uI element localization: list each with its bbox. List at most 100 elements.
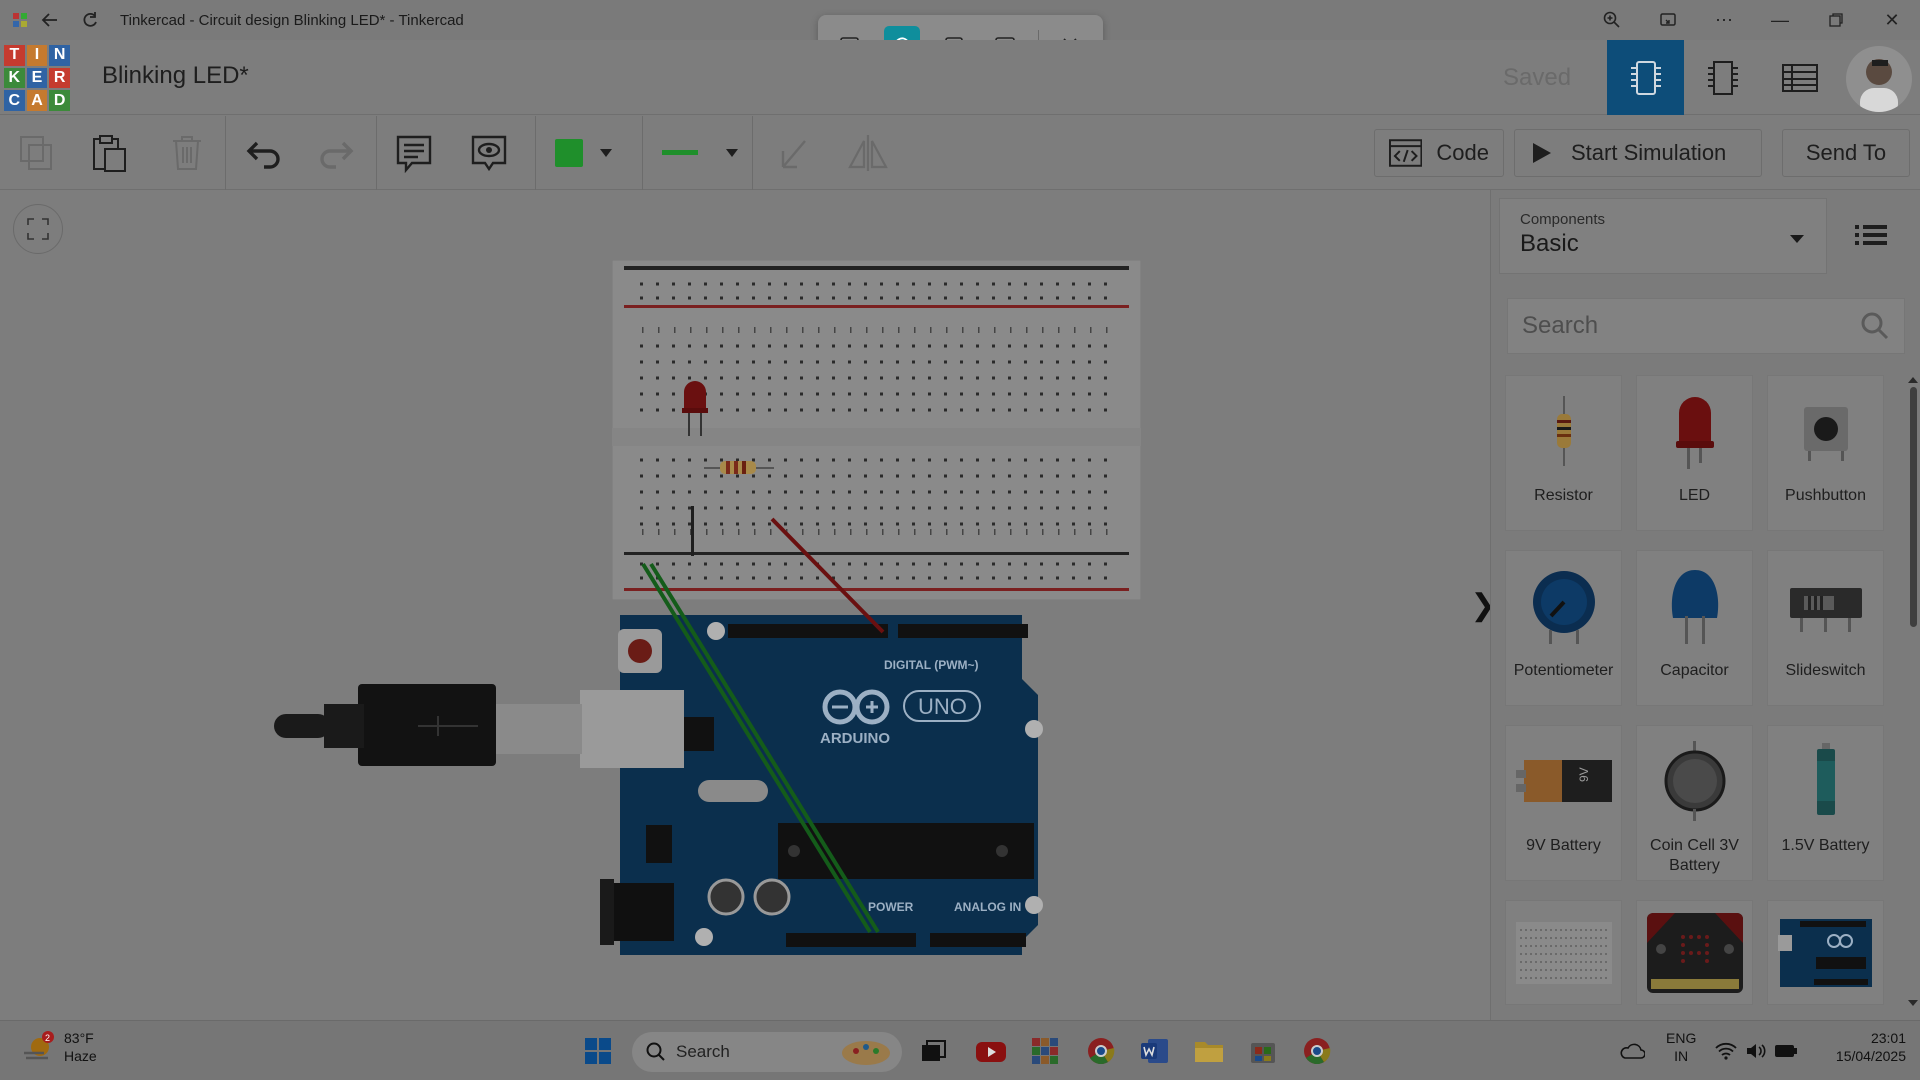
microsoft-store-icon[interactable] [1245,1033,1281,1069]
dropdown-caret-icon [1790,235,1804,243]
task-view-icon[interactable] [915,1033,951,1069]
component-card-9v-battery[interactable]: 9V 9V Battery [1505,725,1622,881]
copy-icon[interactable] [14,130,60,176]
schematic-view-button[interactable] [1684,40,1761,115]
logo-letter: D [49,90,70,111]
taskbar-search-input[interactable]: Search [632,1032,902,1072]
app-icon [10,10,30,30]
arduino-icon [1768,901,1883,1004]
battery-icon[interactable] [1768,1033,1804,1069]
weather-haze-icon: 2 [24,1031,54,1060]
slideswitch-icon [1768,551,1883,661]
component-card-label: Potentiometer [1513,662,1614,679]
component-color-swatch[interactable] [546,130,592,176]
minimize-button[interactable]: — [1752,0,1808,40]
component-search-input[interactable]: Search [1507,298,1905,354]
onedrive-icon[interactable] [1614,1033,1650,1069]
windows-start-icon[interactable] [580,1033,616,1069]
wire-dropdown-icon[interactable] [720,130,744,176]
chrome-icon[interactable] [1083,1033,1119,1069]
wire-green-1 [641,562,872,934]
logo-letter: T [4,45,25,66]
component-card-capacitor[interactable]: Capacitor [1636,550,1753,706]
note-icon[interactable] [391,130,437,176]
project-title[interactable]: Blinking LED* [102,62,249,90]
region-code: IN [1674,1048,1689,1064]
delete-icon[interactable] [164,130,210,176]
paste-icon[interactable] [86,130,132,176]
clock[interactable]: 23:01 15/04/2025 [1818,1029,1906,1065]
color-swatch-fill [555,139,583,167]
wire-color-icon[interactable] [652,130,706,176]
user-avatar[interactable] [1846,46,1912,112]
battery-label: 9V [1577,767,1591,782]
play-icon [1533,143,1551,163]
component-card-potentiometer[interactable]: Potentiometer [1505,550,1622,706]
panel-scrollbar[interactable] [1907,375,1919,1010]
components-dropdown[interactable]: Components Basic [1499,198,1827,274]
code-button[interactable]: Code [1374,129,1504,177]
flip-icon[interactable] [845,130,891,176]
component-card-led[interactable]: LED [1636,375,1753,531]
language-indicator[interactable]: ENG IN [1666,1029,1696,1065]
circuit-wires [641,517,885,934]
back-arrow-icon[interactable] [30,0,70,40]
weather-badge: 2 [45,1033,50,1043]
temperature: 83°F [64,1030,94,1046]
component-card-resistor[interactable]: Resistor [1505,375,1622,531]
component-card-label: 9V Battery [1526,837,1601,854]
potentiometer-icon [1506,551,1621,661]
component-list-view-button[interactable] [1761,40,1838,115]
toolbar-divider [642,116,643,190]
led-icon [1637,376,1752,486]
circuit-canvas[interactable]: DIGITAL (PWM~) ARDUINO UNO POWER ANALOG … [0,190,1490,1020]
rotate-icon[interactable] [770,130,816,176]
youtube-icon[interactable] [973,1033,1009,1069]
component-card-coin-cell[interactable]: Coin Cell 3V Battery [1636,725,1753,881]
list-view-icon[interactable] [1853,220,1889,250]
component-card-label: Resistor [1534,487,1593,504]
tinkercad-taskbar-icon[interactable] [1027,1033,1063,1069]
close-button[interactable]: ✕ [1864,0,1920,40]
microbit-icon [1637,901,1752,1004]
send-to-button[interactable]: Send To [1782,129,1910,177]
start-simulation-button[interactable]: Start Simulation [1514,129,1762,177]
notes-visibility-icon[interactable] [466,130,512,176]
code-icon [1389,139,1423,167]
word-icon[interactable] [1137,1033,1173,1069]
circuit-view-button[interactable] [1607,40,1684,115]
logo-letter: K [4,67,25,89]
redo-icon[interactable] [313,130,359,176]
color-dropdown-icon[interactable] [594,130,618,176]
taskbar-search-placeholder: Search [676,1042,730,1061]
components-dropdown-label: Components [1520,211,1606,228]
undo-icon[interactable] [241,130,287,176]
logo-letter: I [26,45,48,66]
zoom-icon[interactable] [1584,0,1640,40]
component-card-arduino[interactable] [1767,900,1884,1005]
logo-letter: C [4,90,25,111]
scrollbar-thumb[interactable] [1910,387,1917,627]
cast-icon[interactable] [1640,0,1696,40]
wire-red [770,517,885,634]
refresh-icon[interactable] [70,0,110,40]
component-card-slideswitch[interactable]: Slideswitch [1767,550,1884,706]
tinkercad-logo[interactable]: T I N K E R C A D [4,45,70,111]
component-card-1-5v-battery[interactable]: 1.5V Battery [1767,725,1884,881]
component-card-pushbutton[interactable]: Pushbutton [1767,375,1884,531]
1-5v-battery-icon [1768,726,1883,836]
components-panel: Components Basic Search Resistor LED Pus… [1490,190,1920,1020]
logo-letter: E [26,67,48,89]
windows-taskbar: 2 83°F Haze Search ENG IN 23:01 15/04/20… [0,1020,1920,1080]
weather-widget[interactable]: 2 83°F Haze [22,1029,97,1065]
component-card-breadboard[interactable] [1505,900,1622,1005]
toolbar-divider [376,116,377,190]
coin-cell-icon [1637,726,1752,836]
file-explorer-icon[interactable] [1191,1033,1227,1069]
taskbar-search-icon [646,1042,665,1061]
capacitor-icon [1637,551,1752,661]
chrome-profile-icon[interactable] [1299,1033,1335,1069]
more-icon[interactable]: ⋯ [1696,0,1752,40]
restore-button[interactable] [1808,0,1864,40]
component-card-microbit[interactable] [1636,900,1753,1005]
